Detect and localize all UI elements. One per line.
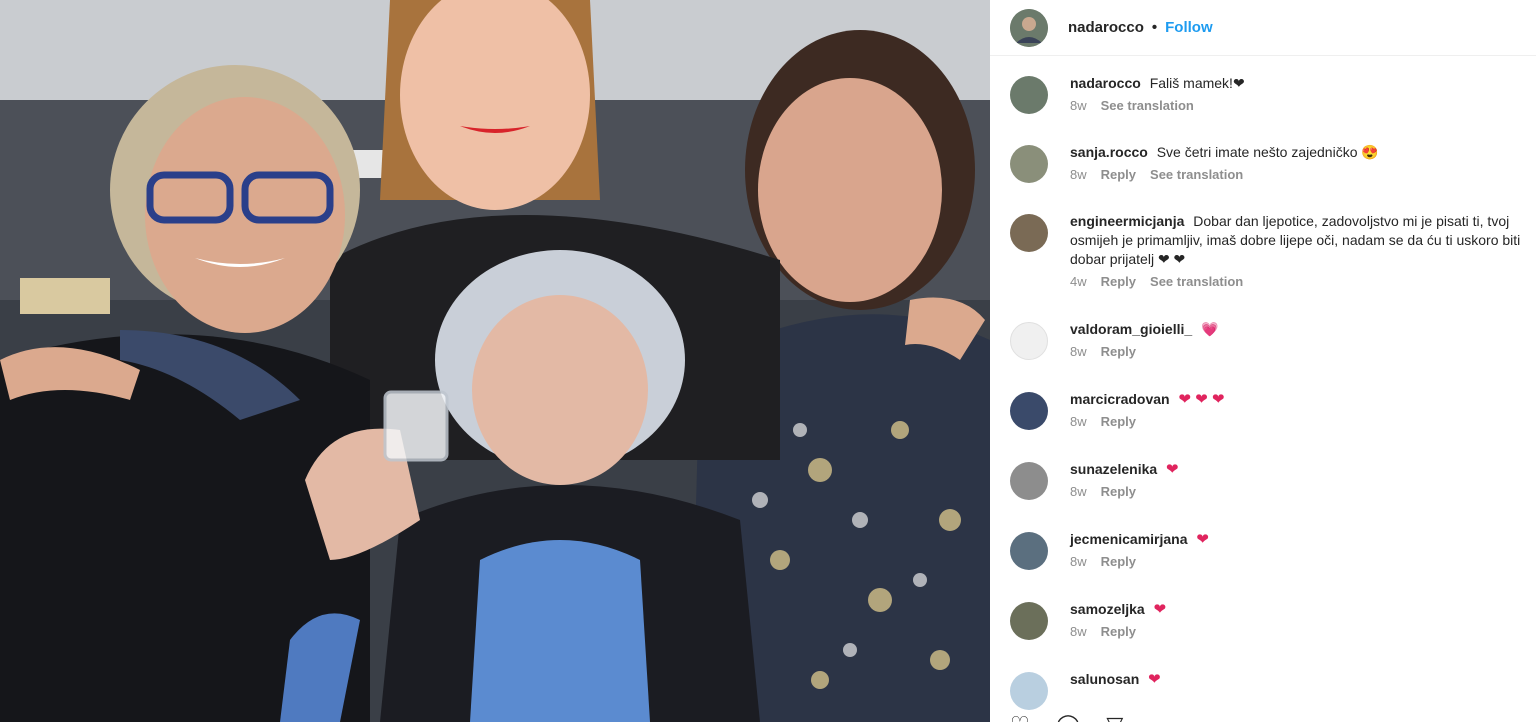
comment-text: Fališ mamek!❤ (1149, 75, 1245, 91)
comment-text-line: sanja.rocco Sve četri imate nešto zajedn… (1070, 143, 1530, 162)
comment-time: 8w (1070, 484, 1087, 499)
avatar[interactable] (1010, 462, 1048, 500)
comment-item: valdoram_gioielli_ 💗 8w Reply (1010, 320, 1536, 360)
follow-button[interactable]: Follow (1165, 19, 1213, 36)
comment-item: engineermicjanja Dobar dan ljepotice, za… (1010, 212, 1536, 289)
comment-username[interactable]: nadarocco (1070, 75, 1141, 91)
comment-username[interactable]: engineermicjanja (1070, 213, 1184, 229)
comment-text-line: engineermicjanja Dobar dan ljepotice, za… (1070, 212, 1530, 269)
comment-time: 8w (1070, 414, 1087, 429)
post-username[interactable]: nadarocco (1068, 19, 1144, 36)
separator-dot: • (1151, 19, 1158, 36)
comment-meta: 8w Reply (1070, 624, 1530, 639)
comment-meta: 8w See translation (1070, 98, 1530, 113)
see-translation-button[interactable]: See translation (1150, 274, 1243, 289)
comment-time: 8w (1070, 344, 1087, 359)
see-translation-button[interactable]: See translation (1150, 167, 1243, 182)
comment-meta: 8w Reply (1070, 554, 1530, 569)
comment-text: 💗 (1201, 321, 1219, 337)
comment-text: Sve četri imate nešto zajedničko 😍 (1156, 144, 1379, 160)
comment-text-line: samozeljka ❤ (1070, 600, 1530, 619)
comment-time: 4w (1070, 274, 1087, 289)
avatar[interactable] (1010, 8, 1048, 47)
photo-illustration (0, 0, 990, 722)
comment-username[interactable]: sunazelenika (1070, 461, 1157, 477)
comment-item: sanja.rocco Sve četri imate nešto zajedn… (1010, 143, 1536, 183)
share-icon[interactable]: ▽ (1106, 712, 1123, 722)
reply-button[interactable]: Reply (1101, 624, 1136, 639)
comment-text-line: valdoram_gioielli_ 💗 (1070, 320, 1530, 339)
comment-text: ❤ (1166, 461, 1179, 478)
avatar[interactable] (1010, 392, 1048, 430)
see-translation-button[interactable]: See translation (1101, 98, 1194, 113)
comment-meta: 8w Reply (1070, 484, 1530, 499)
avatar-image (1010, 8, 1048, 47)
comment-item: salunosan ❤ (1010, 670, 1536, 710)
post-sidebar: nadarocco • Follow nadarocco Fališ mamek… (990, 0, 1536, 722)
comment-text-line: marcicradovan ❤ ❤ ❤ (1070, 390, 1530, 409)
comment-username[interactable]: sanja.rocco (1070, 144, 1148, 160)
avatar[interactable] (1010, 145, 1048, 183)
comment-username[interactable]: marcicradovan (1070, 391, 1170, 407)
comment-meta: 8w Reply (1070, 414, 1530, 429)
comment-meta: 8w Reply (1070, 344, 1530, 359)
comment-text-line: sunazelenika ❤ (1070, 460, 1530, 479)
avatar[interactable] (1010, 322, 1048, 360)
avatar[interactable] (1010, 602, 1048, 640)
reply-button[interactable]: Reply (1101, 414, 1136, 429)
comment-meta: 8w Reply See translation (1070, 167, 1530, 182)
comment-item: nadarocco Fališ mamek!❤ 8w See translati… (1010, 74, 1536, 114)
post-action-bar: ♡ ◯ ▽ (1010, 712, 1123, 722)
comment-text: ❤ (1196, 531, 1209, 548)
comment-username[interactable]: valdoram_gioielli_ (1070, 321, 1192, 337)
comment-username[interactable]: samozeljka (1070, 601, 1145, 617)
comment-username[interactable]: jecmenicamirjana (1070, 531, 1188, 547)
reply-button[interactable]: Reply (1101, 274, 1136, 289)
comment-text-line: nadarocco Fališ mamek!❤ (1070, 74, 1530, 93)
avatar[interactable] (1010, 76, 1048, 114)
comment-time: 8w (1070, 98, 1087, 113)
avatar[interactable] (1010, 214, 1048, 252)
comment-item: jecmenicamirjana ❤ 8w Reply (1010, 530, 1536, 570)
comment-time: 8w (1070, 167, 1087, 182)
comment-item: samozeljka ❤ 8w Reply (1010, 600, 1536, 640)
reply-button[interactable]: Reply (1101, 167, 1136, 182)
heart-icon[interactable]: ♡ (1010, 712, 1030, 722)
comment-text-line: jecmenicamirjana ❤ (1070, 530, 1530, 549)
reply-button[interactable]: Reply (1101, 344, 1136, 359)
reply-button[interactable]: Reply (1101, 484, 1136, 499)
comment-item: marcicradovan ❤ ❤ ❤ 8w Reply (1010, 390, 1536, 430)
comment-meta: 4w Reply See translation (1070, 274, 1530, 289)
comment-text-line: salunosan ❤ (1070, 670, 1530, 689)
post-header: nadarocco • Follow (990, 0, 1536, 56)
comment-item: sunazelenika ❤ 8w Reply (1010, 460, 1536, 500)
comment-username[interactable]: salunosan (1070, 671, 1139, 687)
comment-text: ❤ (1153, 601, 1167, 618)
comment-time: 8w (1070, 624, 1087, 639)
comment-text: ❤ (1148, 671, 1161, 688)
comment-icon[interactable]: ◯ (1056, 712, 1081, 722)
avatar[interactable] (1010, 672, 1048, 710)
reply-button[interactable]: Reply (1101, 554, 1136, 569)
comment-text: ❤ ❤ ❤ (1178, 391, 1225, 408)
avatar[interactable] (1010, 532, 1048, 570)
post-photo[interactable] (0, 0, 990, 722)
comment-time: 8w (1070, 554, 1087, 569)
